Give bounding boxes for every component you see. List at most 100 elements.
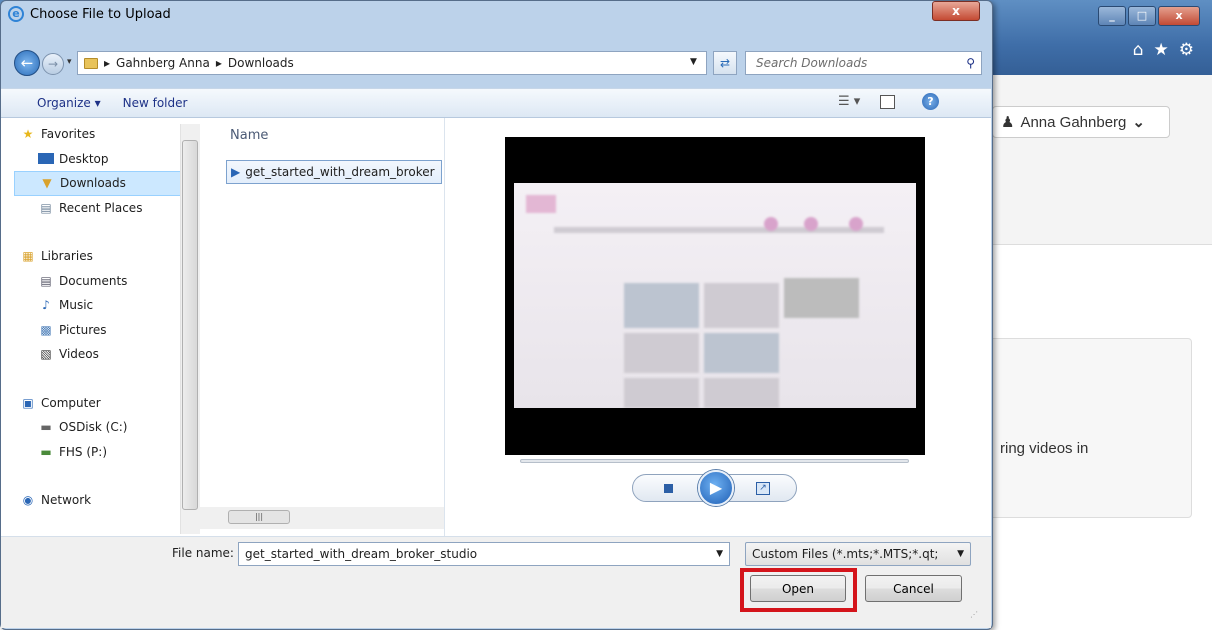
- frame-thumb: [704, 333, 779, 373]
- breadcrumb-separator: ▸: [215, 56, 222, 70]
- file-name: get_started_with_dream_broker: [245, 165, 435, 179]
- frame-dot: [804, 217, 818, 231]
- home-icon[interactable]: ⌂: [1133, 40, 1144, 60]
- frame-nav: [554, 227, 884, 233]
- computer-icon: ▣: [22, 395, 34, 410]
- stop-button[interactable]: [664, 484, 673, 493]
- nav-item-osdisk[interactable]: ▬ OSDisk (C:): [14, 415, 199, 440]
- nav-libraries[interactable]: ▦ Libraries: [14, 244, 199, 269]
- videos-icon: ▧: [40, 347, 52, 362]
- nav-network[interactable]: ◉ Network: [14, 488, 199, 513]
- cancel-button[interactable]: Cancel: [865, 575, 962, 602]
- navigation-pane: ★ Favorites Desktop ▼ Downloads ▤ Recent Pl…: [14, 122, 199, 513]
- address-dropdown-arrow[interactable]: ▼: [690, 57, 697, 67]
- frame-thumb: [784, 278, 859, 318]
- change-view-icon[interactable]: ☰ ▾: [838, 94, 860, 109]
- chevron-down-icon[interactable]: ▼: [716, 549, 723, 559]
- video-frame: [514, 183, 916, 408]
- page-header: [985, 75, 1212, 245]
- help-icon[interactable]: ?: [922, 93, 939, 110]
- music-icon: ♪: [42, 298, 50, 313]
- play-button[interactable]: ▶: [698, 470, 734, 506]
- dialog-title-bar: e Choose File to Upload: [8, 3, 171, 25]
- star-icon[interactable]: ★: [1154, 40, 1169, 60]
- browser-window-controls: _ □ x: [1098, 6, 1200, 26]
- nav-item-music[interactable]: ♪ Music: [14, 293, 199, 318]
- video-seek-bar[interactable]: [520, 459, 909, 463]
- dialog-title: Choose File to Upload: [30, 6, 171, 22]
- frame-thumb: [704, 378, 779, 408]
- highlight-box: [740, 568, 857, 612]
- network-drive-icon: ▬: [40, 444, 52, 459]
- content-card: [985, 338, 1192, 518]
- search-input[interactable]: Search Downloads ⚲: [745, 51, 982, 75]
- preview-pane-icon[interactable]: [880, 95, 895, 109]
- frame-thumb: [704, 283, 779, 328]
- card-text: ring videos in: [1000, 440, 1089, 457]
- dialog-close-button[interactable]: x: [932, 1, 980, 21]
- pictures-icon: ▩: [40, 322, 52, 337]
- frame-thumb: [624, 333, 699, 373]
- gear-icon[interactable]: ⚙: [1179, 40, 1194, 60]
- nav-item-downloads[interactable]: ▼ Downloads: [14, 171, 199, 196]
- libraries-icon: ▦: [22, 249, 34, 264]
- nav-favorites[interactable]: ★ Favorites: [14, 122, 199, 147]
- organize-button[interactable]: Organize ▾: [37, 96, 101, 110]
- breadcrumb-item[interactable]: Downloads: [228, 56, 294, 70]
- new-folder-button[interactable]: New folder: [123, 96, 188, 110]
- user-menu-label: Anna Gahnberg: [1020, 113, 1127, 131]
- column-header-name[interactable]: Name: [230, 128, 268, 143]
- breadcrumb-item[interactable]: Gahnberg Anna: [116, 56, 210, 70]
- frame-dot: [849, 217, 863, 231]
- nav-item-fhs[interactable]: ▬ FHS (P:): [14, 440, 199, 465]
- nav-item-documents[interactable]: ▤ Documents: [14, 269, 199, 294]
- scrollbar-thumb[interactable]: |||: [228, 510, 290, 524]
- file-type-select[interactable]: Custom Files (*.mts;*.MTS;*.qt; ▼: [745, 542, 971, 566]
- nav-computer[interactable]: ▣ Computer: [14, 391, 199, 416]
- frame-thumb: [624, 378, 699, 408]
- downloads-folder-icon: ▼: [42, 176, 52, 191]
- nav-item-pictures[interactable]: ▩ Pictures: [14, 318, 199, 343]
- nav-item-recent-places[interactable]: ▤ Recent Places: [14, 196, 199, 221]
- file-name-label: File name:: [172, 546, 234, 560]
- documents-icon: ▤: [40, 273, 52, 288]
- back-button[interactable]: ←: [14, 50, 40, 76]
- internet-explorer-icon: e: [8, 6, 24, 22]
- nav-item-desktop[interactable]: Desktop: [14, 147, 199, 172]
- nav-item-videos[interactable]: ▧ Videos: [14, 342, 199, 367]
- recent-places-icon: ▤: [40, 200, 52, 215]
- search-icon[interactable]: ⚲: [966, 56, 975, 70]
- file-list-item[interactable]: ▶ get_started_with_dream_broker: [226, 160, 442, 184]
- chevron-down-icon: ▼: [957, 549, 964, 559]
- frame-logo: [526, 195, 556, 213]
- search-placeholder: Search Downloads: [756, 56, 868, 70]
- file-type-value: Custom Files (*.mts;*.MTS;*.qt;: [752, 547, 939, 561]
- drive-icon: ▬: [40, 420, 52, 435]
- fullscreen-button[interactable]: ↗: [756, 482, 770, 495]
- breadcrumb-separator: ▸: [104, 56, 111, 70]
- forward-button[interactable]: →: [42, 53, 64, 75]
- chevron-down-icon: ⌄: [1132, 114, 1145, 131]
- user-menu-button[interactable]: ♟ Anna Gahnberg ⌄: [992, 106, 1170, 138]
- star-icon: ★: [22, 127, 34, 142]
- browser-close-button[interactable]: x: [1158, 6, 1200, 26]
- video-file-icon: ▶: [231, 165, 241, 179]
- desktop-icon: [38, 153, 54, 165]
- refresh-button[interactable]: ⇄: [713, 51, 737, 75]
- file-name-input[interactable]: get_started_with_dream_broker_studio ▼: [238, 542, 730, 566]
- minimize-button[interactable]: _: [1098, 6, 1126, 26]
- recent-locations-dropdown[interactable]: ▾: [67, 57, 72, 67]
- folder-icon: [84, 57, 98, 69]
- maximize-button[interactable]: □: [1128, 6, 1156, 26]
- network-icon: ◉: [22, 493, 34, 508]
- frame-dot: [764, 217, 778, 231]
- browser-toolbar-icons: ⌂ ★ ⚙: [1133, 40, 1194, 60]
- address-bar[interactable]: ▸ Gahnberg Anna ▸ Downloads: [77, 51, 707, 75]
- frame-thumb: [624, 283, 699, 328]
- resize-grip[interactable]: ⋰: [970, 610, 978, 619]
- user-icon: ♟: [1001, 114, 1015, 131]
- scrollbar-thumb[interactable]: [182, 140, 198, 510]
